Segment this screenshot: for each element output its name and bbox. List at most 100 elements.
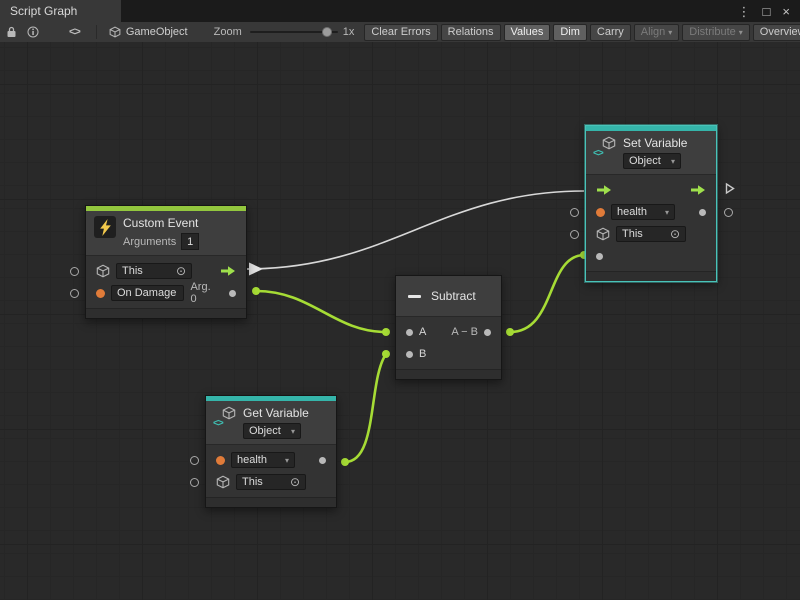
- arguments-count-input[interactable]: 1: [181, 233, 199, 250]
- object-picker-icon[interactable]: ⊙: [670, 228, 680, 240]
- input-a-row: A A − B: [396, 321, 501, 343]
- overview-button[interactable]: Overview: [753, 24, 800, 41]
- flow-input-port[interactable]: [596, 184, 612, 196]
- lock-icon[interactable]: [6, 26, 17, 38]
- align-label: Align: [641, 26, 665, 39]
- tab-bar: Script Graph ⋮ □ ×: [0, 0, 800, 22]
- input-a-label: A: [419, 326, 426, 338]
- node-title: Set Variable: [623, 136, 687, 150]
- value-wire-getvariable-to-subtract-b: [345, 354, 386, 462]
- variable-scope-dropdown[interactable]: Object ▾: [243, 423, 301, 439]
- clear-errors-button[interactable]: Clear Errors: [364, 24, 437, 41]
- object-picker-icon[interactable]: ⊙: [290, 476, 300, 488]
- close-icon[interactable]: ×: [782, 5, 790, 18]
- flow-output-port[interactable]: [690, 184, 706, 196]
- string-port[interactable]: [216, 456, 225, 465]
- carry-toggle-button[interactable]: Carry: [590, 24, 631, 41]
- variable-icon: <>: [214, 406, 236, 428]
- caret-down-icon: ▾: [668, 26, 672, 39]
- target-row: This ⊙: [206, 471, 336, 493]
- result-output-port[interactable]: [484, 329, 491, 336]
- zoom-value: 1x: [343, 26, 355, 38]
- name-input-port[interactable]: [190, 456, 199, 465]
- tab-title: Script Graph: [10, 4, 77, 18]
- custom-event-icon: [94, 216, 116, 238]
- target-input-port[interactable]: [70, 267, 79, 276]
- node-title: Get Variable: [243, 406, 309, 420]
- target-object-value: This: [622, 228, 643, 240]
- menu-kebab-icon[interactable]: ⋮: [738, 5, 751, 18]
- zoom-label: Zoom: [214, 26, 242, 38]
- subtract-icon: [404, 286, 424, 306]
- flow-wire-event-to-setvariable: [246, 191, 584, 269]
- input-b-row: B: [396, 343, 501, 365]
- values-toggle-button[interactable]: Values: [504, 24, 551, 41]
- zoom-slider[interactable]: [250, 25, 338, 39]
- variable-code-glyph: <>: [593, 148, 603, 159]
- input-b-port[interactable]: [406, 351, 413, 358]
- info-icon[interactable]: [27, 26, 39, 38]
- object-picker-icon[interactable]: ⊙: [176, 265, 186, 277]
- input-b-label: B: [419, 348, 426, 360]
- distribute-dropdown-button[interactable]: Distribute ▾: [682, 24, 749, 41]
- target-row: This ⊙: [86, 260, 246, 282]
- new-value-input-port[interactable]: [596, 253, 603, 260]
- target-object-field[interactable]: This ⊙: [616, 226, 686, 242]
- node-title: Custom Event: [123, 216, 199, 230]
- flow-output-port-outer[interactable]: [725, 183, 735, 198]
- target-object-field[interactable]: This ⊙: [116, 263, 192, 279]
- value-output-port[interactable]: [699, 209, 706, 216]
- node-header: <> Get Variable Object ▾: [206, 401, 336, 445]
- arg0-output-port[interactable]: [229, 290, 236, 297]
- relations-button[interactable]: Relations: [441, 24, 501, 41]
- caret-down-icon: ▾: [671, 157, 675, 166]
- flow-output-port[interactable]: [220, 265, 236, 277]
- window-controls: ⋮ □ ×: [728, 0, 800, 22]
- node-custom-event[interactable]: Custom Event Arguments 1 This ⊙: [85, 205, 247, 319]
- maximize-icon[interactable]: □: [763, 5, 771, 18]
- event-name-value: On Damage: [117, 287, 176, 299]
- target-input-port[interactable]: [190, 478, 199, 487]
- string-port[interactable]: [96, 289, 105, 298]
- flow-row: [586, 179, 716, 201]
- node-header: <> Set Variable Object ▾: [586, 131, 716, 175]
- node-footer: [86, 308, 246, 318]
- name-input-port[interactable]: [570, 208, 579, 217]
- toolbar-separator: [96, 25, 97, 39]
- caret-down-icon: ▾: [665, 208, 669, 217]
- graph-canvas[interactable]: Custom Event Arguments 1 This ⊙: [0, 42, 800, 600]
- input-a-port[interactable]: [406, 329, 413, 336]
- node-set-variable[interactable]: <> Set Variable Object ▾: [585, 125, 717, 282]
- cube-icon: [96, 264, 110, 278]
- node-footer: [586, 271, 716, 281]
- dim-toggle-button[interactable]: Dim: [553, 24, 587, 41]
- caret-down-icon: ▾: [285, 456, 289, 465]
- tab-script-graph[interactable]: Script Graph: [0, 0, 121, 22]
- target-object-field[interactable]: This ⊙: [236, 474, 306, 490]
- variable-icon: <>: [594, 136, 616, 158]
- align-dropdown-button[interactable]: Align ▾: [634, 24, 679, 41]
- event-name-field[interactable]: On Damage: [111, 285, 184, 301]
- code-icon[interactable]: <>: [69, 26, 80, 38]
- node-subtract[interactable]: Subtract A A − B B: [395, 275, 502, 380]
- variable-name-dropdown[interactable]: health ▾: [231, 452, 295, 468]
- event-name-row: On Damage Arg. 0: [86, 282, 246, 304]
- node-header: Subtract: [396, 276, 501, 317]
- node-title: Subtract: [431, 289, 476, 303]
- caret-down-icon: ▾: [291, 427, 295, 436]
- string-port[interactable]: [596, 208, 605, 217]
- target-input-port[interactable]: [570, 230, 579, 239]
- gameobject-icon: [109, 26, 121, 38]
- zoom-slider-handle[interactable]: [322, 27, 332, 37]
- scope-value: Object: [249, 425, 281, 437]
- caret-down-icon: ▾: [739, 26, 743, 39]
- variable-name-dropdown[interactable]: health ▾: [611, 204, 675, 220]
- gameobject-breadcrumb-button[interactable]: GameObject: [109, 26, 188, 38]
- event-name-input-port[interactable]: [70, 289, 79, 298]
- value-output-port-outer[interactable]: [724, 208, 733, 217]
- value-output-port[interactable]: [319, 457, 326, 464]
- arg0-label: Arg. 0: [190, 281, 217, 305]
- node-get-variable[interactable]: <> Get Variable Object ▾ health ▾: [205, 395, 337, 508]
- variable-name-value: health: [617, 206, 647, 218]
- variable-scope-dropdown[interactable]: Object ▾: [623, 153, 681, 169]
